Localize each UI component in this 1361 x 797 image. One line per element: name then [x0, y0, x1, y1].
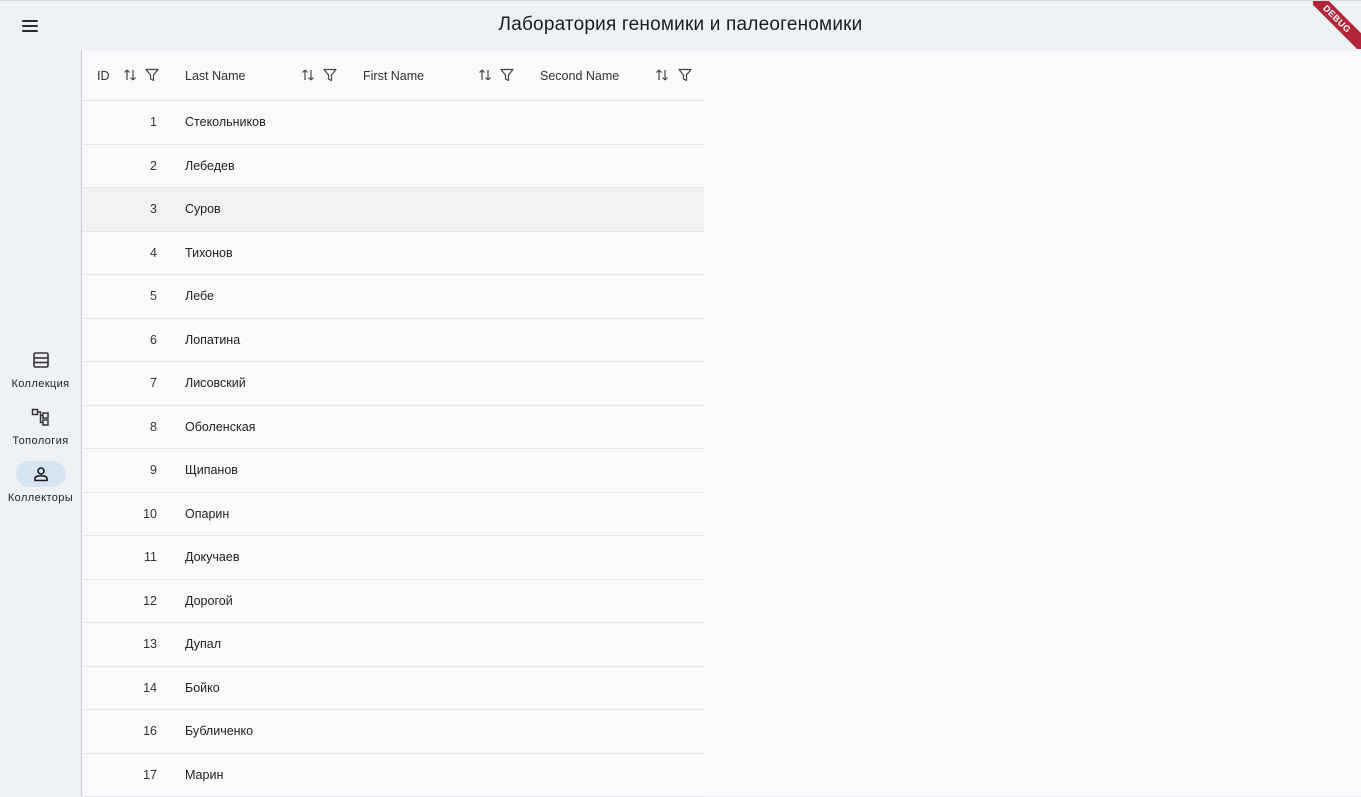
- table-row[interactable]: 2 Лебедев: [82, 145, 704, 189]
- rail-item-label: Топология: [0, 435, 81, 447]
- debug-banner-label: DEBUG: [1313, 1, 1361, 49]
- cell-id: 2: [150, 145, 157, 188]
- table-row[interactable]: 1 Стекольников: [82, 101, 704, 145]
- sort-icon[interactable]: [122, 67, 138, 83]
- cell-id: 9: [150, 449, 157, 492]
- page-title: Лаборатория геномики и палеогеномики: [0, 14, 1361, 36]
- cell-last-name: Оболенская: [185, 406, 255, 449]
- cell-last-name: Бойко: [185, 667, 220, 710]
- rail-item-collectors[interactable]: Коллекторы: [0, 461, 81, 504]
- column-header-id[interactable]: ID: [97, 51, 110, 100]
- rail-item-topology[interactable]: Топология: [0, 404, 81, 447]
- cell-id: 3: [150, 188, 157, 231]
- cell-last-name: Суров: [185, 188, 221, 231]
- cell-last-name: Стекольников: [185, 101, 266, 144]
- cell-last-name: Дупал: [185, 623, 221, 666]
- cell-last-name: Щипанов: [185, 449, 238, 492]
- cell-last-name: Марин: [185, 754, 223, 797]
- column-header-second-name[interactable]: Second Name: [540, 51, 619, 100]
- table-row[interactable]: 9 Щипанов: [82, 449, 704, 493]
- sort-icon[interactable]: [654, 67, 670, 83]
- cell-id: 11: [144, 536, 157, 579]
- collectors-table: ID Last Name First Name Second Name 1 Сте…: [82, 51, 704, 797]
- table-row[interactable]: 7 Лисовский: [82, 362, 704, 406]
- table-row[interactable]: 10 Опарин: [82, 493, 704, 537]
- cell-last-name: Лопатина: [185, 319, 240, 362]
- cell-id: 10: [143, 493, 157, 536]
- main-content: ID Last Name First Name Second Name 1 Сте…: [81, 51, 1361, 796]
- cell-id: 6: [150, 319, 157, 362]
- table-row[interactable]: 17 Марин: [82, 754, 704, 797]
- table-header: ID Last Name First Name Second Name: [82, 51, 704, 101]
- cell-id: 7: [150, 362, 157, 405]
- filter-icon[interactable]: [144, 67, 160, 83]
- column-header-first-name[interactable]: First Name: [363, 51, 424, 100]
- table-row[interactable]: 3 Суров: [82, 188, 704, 232]
- rail-item-label: Коллекторы: [0, 492, 81, 504]
- navigation-rail: Коллекция Топология Коллекторы: [0, 51, 81, 796]
- table-row[interactable]: 16 Бубличенко: [82, 710, 704, 754]
- table-icon: [16, 347, 66, 373]
- cell-id: 5: [150, 275, 157, 318]
- table-row[interactable]: 8 Оболенская: [82, 406, 704, 450]
- app-bar: Лаборатория геномики и палеогеномики DEB…: [0, 0, 1361, 51]
- column-header-last-name[interactable]: Last Name: [185, 51, 245, 100]
- cell-last-name: Тихонов: [185, 232, 233, 275]
- rail-item-label: Коллекция: [0, 378, 81, 390]
- cell-id: 17: [143, 754, 157, 797]
- table-row[interactable]: 6 Лопатина: [82, 319, 704, 363]
- person-icon: [16, 461, 66, 487]
- filter-icon[interactable]: [499, 67, 515, 83]
- cell-last-name: Бубличенко: [185, 710, 253, 753]
- cell-id: 4: [150, 232, 157, 275]
- filter-icon[interactable]: [322, 67, 338, 83]
- cell-last-name: Докучаев: [185, 536, 239, 579]
- debug-banner: DEBUG: [1313, 1, 1361, 49]
- cell-last-name: Лебе: [185, 275, 214, 318]
- table-row[interactable]: 11 Докучаев: [82, 536, 704, 580]
- cell-id: 1: [150, 101, 157, 144]
- table-row[interactable]: 13 Дупал: [82, 623, 704, 667]
- cell-id: 16: [143, 710, 157, 753]
- cell-id: 14: [143, 667, 157, 710]
- cell-id: 13: [143, 623, 157, 666]
- table-row[interactable]: 12 Дорогой: [82, 580, 704, 624]
- topology-icon: [16, 404, 66, 430]
- filter-icon[interactable]: [677, 67, 693, 83]
- table-row[interactable]: 14 Бойко: [82, 667, 704, 711]
- cell-last-name: Лисовский: [185, 362, 246, 405]
- rail-item-collection[interactable]: Коллекция: [0, 347, 81, 390]
- cell-last-name: Лебедев: [185, 145, 235, 188]
- cell-last-name: Дорогой: [185, 580, 233, 623]
- cell-id: 12: [143, 580, 157, 623]
- sort-icon[interactable]: [300, 67, 316, 83]
- table-row[interactable]: 4 Тихонов: [82, 232, 704, 276]
- cell-id: 8: [150, 406, 157, 449]
- table-row[interactable]: 5 Лебе: [82, 275, 704, 319]
- sort-icon[interactable]: [477, 67, 493, 83]
- cell-last-name: Опарин: [185, 493, 229, 536]
